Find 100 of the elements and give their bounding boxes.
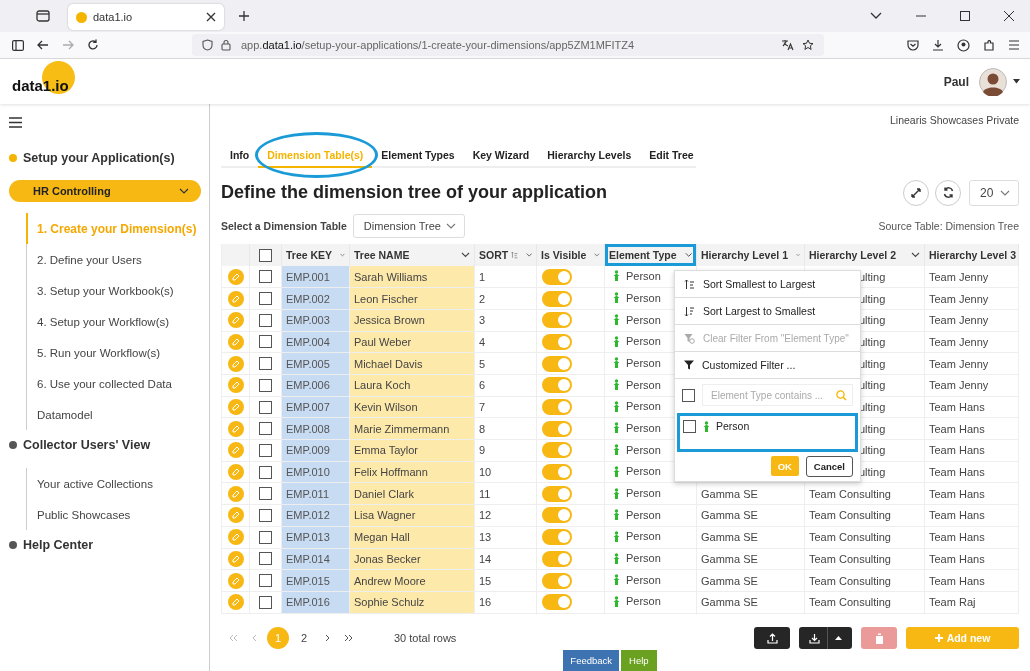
column-header[interactable]: Is Visible xyxy=(536,244,605,267)
toggle-switch[interactable] xyxy=(542,442,572,459)
checkbox[interactable] xyxy=(259,487,272,501)
application-dropdown[interactable]: HR Controlling xyxy=(9,180,201,202)
star-icon[interactable] xyxy=(802,39,814,51)
tab[interactable]: Info xyxy=(221,143,259,166)
avatar-icon[interactable] xyxy=(979,67,1007,96)
toggle-switch[interactable] xyxy=(542,464,572,481)
toggle-switch[interactable] xyxy=(542,312,572,329)
tab[interactable]: Element Types xyxy=(372,143,464,166)
column-header[interactable]: Element Type xyxy=(604,244,697,267)
column-header[interactable]: Tree NAME xyxy=(349,244,475,267)
account-icon[interactable] xyxy=(957,38,970,52)
close-icon[interactable] xyxy=(1004,11,1014,21)
menu-item[interactable]: Sort Smallest to Largest xyxy=(675,271,860,299)
toggle-switch[interactable] xyxy=(542,268,572,285)
chevron-icon[interactable] xyxy=(911,252,920,259)
checkbox[interactable] xyxy=(683,420,696,434)
checkbox[interactable] xyxy=(682,388,695,402)
chevron-icon[interactable] xyxy=(870,12,882,20)
download-icon[interactable] xyxy=(932,39,944,51)
toggle-switch[interactable] xyxy=(542,550,572,567)
lock-icon[interactable] xyxy=(221,39,231,51)
refresh-button[interactable] xyxy=(935,179,961,206)
shield-icon[interactable] xyxy=(202,39,213,51)
pocket-icon[interactable] xyxy=(907,39,919,51)
tab[interactable]: Key Wizard xyxy=(463,143,539,166)
dimension-table-select[interactable]: Dimension Tree xyxy=(352,214,465,239)
toggle-switch[interactable] xyxy=(542,485,572,502)
search-field[interactable]: Element Type contains ... xyxy=(702,384,853,407)
reload-icon[interactable] xyxy=(87,39,99,51)
expand-button[interactable] xyxy=(903,179,929,206)
sidebar-item[interactable]: 3. Setup your Workbook(s) xyxy=(26,275,209,306)
checkbox[interactable] xyxy=(259,248,272,262)
back-icon[interactable] xyxy=(37,40,49,50)
close-icon[interactable] xyxy=(206,12,216,22)
checkbox[interactable] xyxy=(259,552,272,566)
toggle-switch[interactable] xyxy=(542,399,572,416)
toggle-switch[interactable] xyxy=(542,529,572,546)
menu-item[interactable]: Customized Filter ... xyxy=(675,352,860,380)
checkbox[interactable] xyxy=(259,595,272,609)
menu-item[interactable]: Sort Largest to Smallest xyxy=(675,298,860,326)
translate-icon[interactable] xyxy=(781,39,794,51)
sidebar-icon[interactable] xyxy=(12,39,24,51)
toggle-switch[interactable] xyxy=(542,420,572,437)
toggle-switch[interactable] xyxy=(542,507,572,524)
last-page-icon[interactable] xyxy=(344,634,354,643)
user-name[interactable]: Paul xyxy=(943,74,969,89)
page-size-select[interactable]: 20 xyxy=(969,179,1019,206)
section-heading[interactable]: Help Center xyxy=(0,533,209,557)
toggle-switch[interactable] xyxy=(542,594,572,611)
next-page-icon[interactable] xyxy=(324,634,330,643)
page-button[interactable]: 2 xyxy=(293,627,315,650)
sidebar-item[interactable]: 6. Use your collected Data xyxy=(26,368,209,399)
checkbox[interactable] xyxy=(259,292,272,306)
tab-list-icon[interactable] xyxy=(36,10,50,22)
toggle-switch[interactable] xyxy=(542,333,572,350)
sidebar-item[interactable]: 5. Run your Workflow(s) xyxy=(26,337,209,368)
toggle-switch[interactable] xyxy=(542,355,572,372)
checkbox[interactable] xyxy=(259,313,272,327)
sidebar-item[interactable]: 2. Define your Users xyxy=(26,244,209,275)
sidebar-item[interactable]: Datamodel xyxy=(26,399,209,430)
checkbox[interactable] xyxy=(259,270,272,284)
toggle-switch[interactable] xyxy=(542,290,572,307)
caret-icon[interactable] xyxy=(1013,79,1020,84)
new-tab-icon[interactable] xyxy=(238,10,250,22)
download-button[interactable] xyxy=(799,627,852,650)
checkbox[interactable] xyxy=(259,422,272,436)
checkbox[interactable] xyxy=(259,530,272,544)
upload-button[interactable] xyxy=(754,627,790,650)
checkbox[interactable] xyxy=(259,335,272,349)
toggle-switch[interactable] xyxy=(542,572,572,589)
checkbox[interactable] xyxy=(259,400,272,414)
checkbox[interactable] xyxy=(259,508,272,522)
sidebar-item[interactable]: 4. Setup your Workflow(s) xyxy=(26,306,209,337)
cancel-button[interactable]: Cancel xyxy=(805,456,853,478)
section-heading[interactable]: Collector Users' View xyxy=(0,433,209,457)
toggle-switch[interactable] xyxy=(542,377,572,394)
section-heading[interactable]: Setup your Application(s) xyxy=(0,146,209,170)
tab[interactable]: Edit Tree xyxy=(640,143,703,166)
checkbox[interactable] xyxy=(259,357,272,371)
checkbox[interactable] xyxy=(259,378,272,392)
column-header[interactable]: Tree KEY xyxy=(281,244,350,267)
chevron-icon[interactable] xyxy=(684,252,692,259)
extensions-icon[interactable] xyxy=(983,39,995,51)
menu-icon[interactable] xyxy=(9,117,22,128)
browser-tab[interactable]: data1.io xyxy=(68,4,224,30)
column-header[interactable]: Hierarchy Level 1 xyxy=(696,244,805,267)
sidebar-item[interactable]: Your active Collections xyxy=(26,468,209,499)
chevron-icon[interactable] xyxy=(461,252,470,259)
checkbox[interactable] xyxy=(259,574,272,588)
filter-option[interactable]: Person xyxy=(699,420,750,433)
tab[interactable]: Hierarchy Levels xyxy=(538,143,641,166)
maximize-icon[interactable] xyxy=(960,11,970,21)
address-bar[interactable]: app.data1.io/setup-your-applications/1-create-your-dimensions/app5ZM1MFITZ4 xyxy=(192,34,824,56)
feedback-button[interactable]: Feedback xyxy=(563,650,620,671)
checkbox[interactable] xyxy=(259,443,272,457)
checkbox[interactable] xyxy=(259,465,272,479)
column-header[interactable]: Hierarchy Level 3 xyxy=(924,244,1019,267)
sidebar-item[interactable]: Public Showcases xyxy=(26,499,209,530)
